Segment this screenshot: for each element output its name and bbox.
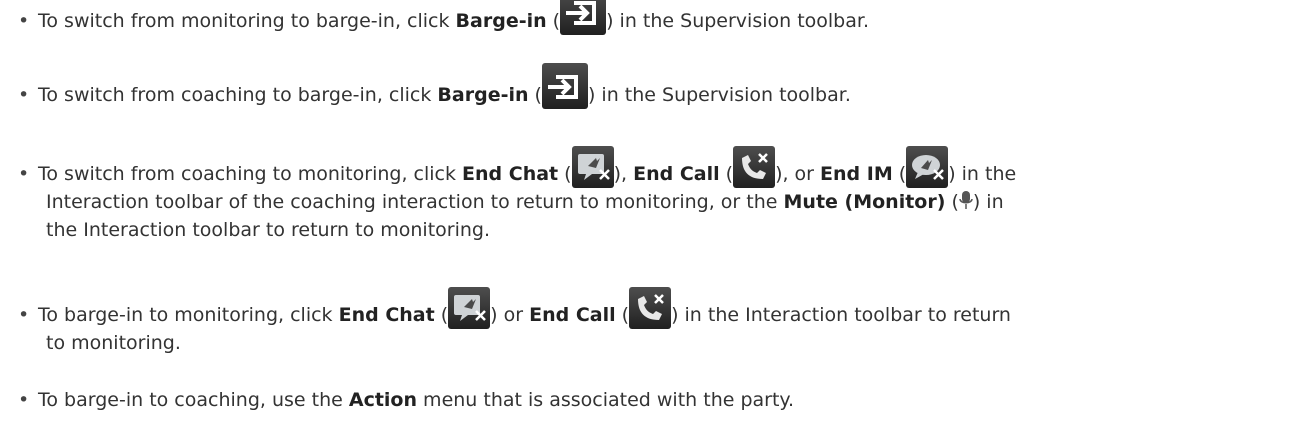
barge-in-icon (560, 0, 607, 35)
action-menu-label: Action (348, 389, 418, 411)
end-im-icon (906, 146, 949, 188)
barge-in-icon (541, 63, 588, 109)
end-chat-icon (448, 287, 491, 329)
barge-in-label: Barge-in (437, 84, 529, 106)
end-call-icon (733, 146, 776, 188)
end-call-label: End Call (529, 304, 616, 326)
end-call-label: End Call (633, 163, 720, 185)
end-chat-icon (571, 146, 614, 188)
list-item: To switch from coaching to monitoring, c… (18, 146, 1282, 244)
end-im-label: End IM (820, 163, 893, 185)
mute-monitor-label: Mute (Monitor) (783, 191, 946, 213)
list-item: To barge-in to coaching, use the Action … (18, 386, 1282, 414)
list-item: To switch from monitoring to barge-in, c… (18, 0, 1282, 35)
end-chat-label: End Chat (338, 304, 435, 326)
list-item: To barge-in to monitoring, click End Cha… (18, 287, 1282, 357)
microphone-icon (959, 191, 973, 209)
end-call-icon (629, 287, 672, 329)
end-chat-label: End Chat (462, 163, 559, 185)
barge-in-label: Barge-in (455, 10, 547, 32)
list-item: To switch from coaching to barge-in, cli… (18, 63, 1282, 109)
